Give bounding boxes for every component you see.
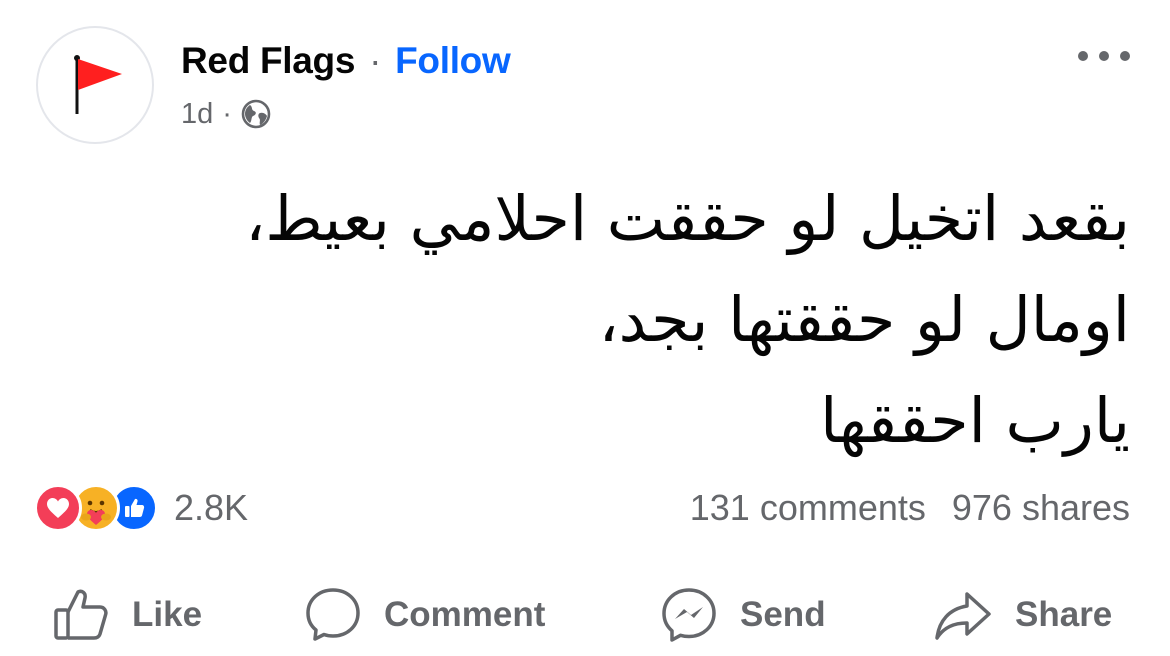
reaction-count: 2.8K — [174, 487, 249, 528]
header-separator: · — [369, 40, 382, 81]
post-meta: 1d · — [181, 96, 271, 132]
post-timestamp[interactable]: 1d — [181, 96, 213, 132]
reaction-icons — [34, 484, 158, 532]
share-arrow-icon — [935, 592, 991, 640]
send-button[interactable]: Send — [660, 580, 826, 650]
meta-separator: · — [222, 98, 232, 130]
like-button[interactable]: Like — [52, 580, 202, 650]
comments-count[interactable]: 131 comments — [690, 484, 926, 532]
thumbs-up-icon — [54, 589, 108, 640]
share-label: Share — [1015, 595, 1113, 634]
shares-count[interactable]: 976 shares — [952, 484, 1130, 532]
post-text-line: اومال لو حققتها بجد، — [598, 283, 1130, 356]
messenger-icon — [662, 588, 716, 642]
love-icon — [34, 484, 82, 532]
more-options-button[interactable] — [1078, 38, 1130, 74]
action-bar: Like Comment Send Share — [0, 580, 1170, 650]
more-dots-icon — [1120, 51, 1130, 61]
page-avatar[interactable] — [36, 26, 154, 144]
post-text-line: يارب احققها — [820, 384, 1130, 457]
post-header: Red Flags · Follow — [181, 38, 511, 84]
comment-button[interactable]: Comment — [304, 580, 545, 650]
more-dots-icon — [1078, 51, 1088, 61]
comment-label: Comment — [384, 595, 546, 634]
reactions-summary[interactable]: 2.8K — [34, 484, 248, 532]
post-body: بقعد اتخيل لو حققت احلامي بعيط، اومال لو… — [40, 168, 1130, 471]
globe-icon[interactable] — [241, 99, 271, 129]
more-dots-icon — [1099, 51, 1109, 61]
like-label: Like — [132, 595, 203, 634]
send-label: Send — [740, 595, 826, 634]
follow-button[interactable]: Follow — [395, 40, 511, 81]
red-flag-icon — [74, 55, 122, 114]
share-button[interactable]: Share — [933, 580, 1112, 650]
post-text-line: بقعد اتخيل لو حققت احلامي بعيط، — [245, 182, 1130, 255]
comment-bubble-icon — [306, 588, 360, 641]
engagement-stats: 131 comments 976 shares — [690, 484, 1130, 532]
page-name-link[interactable]: Red Flags — [181, 40, 355, 81]
